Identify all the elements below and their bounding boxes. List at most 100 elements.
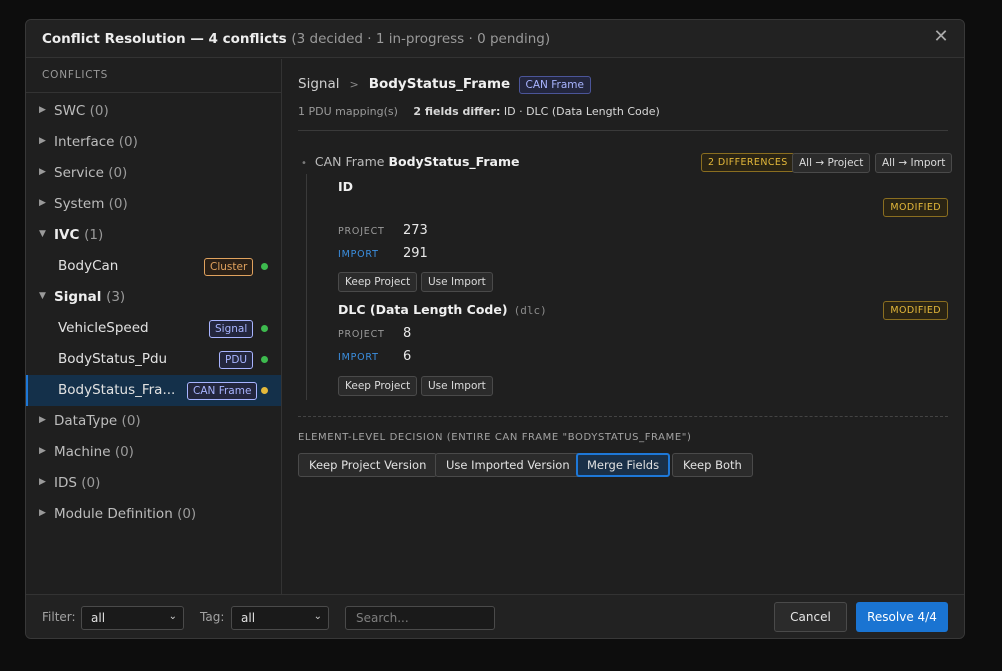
project-value: 273 (403, 223, 428, 238)
tag-select-value: all (241, 611, 256, 625)
filter-select-value: all (91, 611, 106, 625)
category-label: Service (54, 165, 104, 181)
fields-differ-list: ID · DLC (Data Length Code) (500, 105, 660, 118)
tree-category-module-definition[interactable]: ▶ Module Definition (0) (26, 499, 281, 530)
dialog-title-status: (3 decided · 1 in-progress · 0 pending) (291, 31, 551, 47)
search-input[interactable]: Search... (345, 606, 495, 630)
field-name-id: ID (338, 179, 353, 194)
category-count: (0) (114, 444, 134, 460)
cancel-button[interactable]: Cancel (774, 602, 847, 632)
import-value: 291 (403, 246, 428, 261)
dialog-footer: Filter: all ⌄ Tag: all ⌄ Search... Cance… (26, 594, 964, 638)
dashed-divider (298, 416, 948, 417)
use-imported-version-button[interactable]: Use Imported Version (435, 453, 581, 477)
keep-project-button[interactable]: Keep Project (338, 272, 418, 292)
category-count: (0) (108, 196, 128, 212)
tree-item-bodystatus-pdu[interactable]: BodyStatus_Pdu PDU (26, 344, 281, 375)
field-group-line (306, 174, 307, 400)
decided-status-dot (261, 263, 268, 270)
collapsed-arrow-icon: ▶ (39, 136, 46, 146)
all-to-import-button[interactable]: All → Import (875, 153, 953, 173)
tree-category-machine[interactable]: ▶ Machine (0) (26, 437, 281, 468)
decided-status-dot (261, 325, 268, 332)
collapsed-arrow-icon: ▶ (39, 446, 46, 456)
merge-fields-button[interactable]: Merge Fields (576, 453, 671, 477)
filter-select[interactable]: all ⌄ (81, 606, 184, 630)
pdu-mapping-count: 1 PDU mapping(s) (298, 105, 398, 118)
frame-prefix: CAN Frame (314, 154, 385, 169)
pdu-badge: PDU (219, 351, 254, 369)
tree-item-vehiclespeed[interactable]: VehicleSpeed Signal (26, 313, 281, 344)
filter-label: Filter: (42, 610, 76, 624)
conflict-resolution-dialog: Conflict Resolution — 4 conflicts (3 dec… (25, 19, 965, 639)
modified-badge: MODIFIED (883, 301, 948, 320)
category-label: SWC (54, 103, 86, 119)
collapsed-arrow-icon: ▶ (39, 198, 46, 208)
keep-both-button[interactable]: Keep Both (672, 453, 753, 477)
category-count: (0) (108, 165, 128, 181)
field-name-dlc: DLC (Data Length Code) (dlc) (338, 302, 547, 317)
close-icon[interactable]: ✕ (932, 28, 950, 46)
project-label: PROJECT (338, 226, 385, 237)
project-value: 8 (403, 326, 412, 341)
tree-item-bodycan[interactable]: BodyCan Cluster (26, 251, 281, 282)
category-label: System (54, 196, 105, 212)
conflicts-sidebar: CONFLICTS ▶ SWC (0) ▶ Interface (0) ▶ Se… (26, 59, 282, 594)
expanded-arrow-icon: ▼ (39, 291, 46, 301)
category-count: (1) (84, 227, 104, 243)
tree-category-interface[interactable]: ▶ Interface (0) (26, 127, 281, 158)
collapsed-arrow-icon: ▶ (39, 508, 46, 518)
divider (298, 130, 948, 131)
tree-category-swc[interactable]: ▶ SWC (0) (26, 96, 281, 127)
tree-item-bodystatus-frame[interactable]: BodyStatus_Fra... CAN Frame (26, 375, 281, 406)
use-import-button[interactable]: Use Import (421, 376, 493, 396)
keep-project-version-button[interactable]: Keep Project Version (298, 453, 438, 477)
tree-category-ids[interactable]: ▶ IDS (0) (26, 468, 281, 499)
import-label: IMPORT (338, 352, 379, 363)
category-label: Machine (54, 444, 111, 460)
bullet-icon: • (301, 158, 307, 169)
breadcrumb-element-name: BodyStatus_Frame (368, 76, 511, 92)
resolve-button[interactable]: Resolve 4/4 (856, 602, 948, 632)
sidebar-header: CONFLICTS (26, 59, 281, 93)
chevron-down-icon: ⌄ (313, 611, 322, 622)
tree-category-datatype[interactable]: ▶ DataType (0) (26, 406, 281, 437)
field-name-text: DLC (Data Length Code) (338, 302, 508, 317)
field-code: (dlc) (513, 304, 547, 317)
category-label: Interface (54, 134, 115, 150)
expanded-arrow-icon: ▼ (39, 229, 46, 239)
collapsed-arrow-icon: ▶ (39, 167, 46, 177)
project-label: PROJECT (338, 329, 385, 340)
category-count: (0) (177, 506, 197, 522)
import-label: IMPORT (338, 249, 379, 260)
tree-category-signal[interactable]: ▼ Signal (3) (26, 282, 281, 313)
decided-status-dot (261, 356, 268, 363)
category-label: Module Definition (54, 506, 173, 522)
conflict-detail-panel: Signal > BodyStatus_Frame CAN Frame 1 PDU … (283, 59, 964, 594)
collapsed-arrow-icon: ▶ (39, 415, 46, 425)
keep-project-button[interactable]: Keep Project (338, 376, 418, 396)
in-progress-status-dot (261, 387, 268, 394)
tree-category-service[interactable]: ▶ Service (0) (26, 158, 281, 189)
all-to-project-button[interactable]: All → Project (792, 153, 871, 173)
field-name-text: ID (338, 179, 354, 194)
tag-select[interactable]: all ⌄ (231, 606, 329, 630)
tree-category-ivc[interactable]: ▼ IVC (1) (26, 220, 281, 251)
can-frame-badge: CAN Frame (187, 382, 258, 400)
category-count: (0) (121, 413, 141, 429)
collapsed-arrow-icon: ▶ (39, 477, 46, 487)
signal-badge: Signal (209, 320, 254, 338)
chevron-down-icon: ⌄ (168, 611, 177, 622)
breadcrumb: Signal > BodyStatus_Frame CAN Frame (298, 76, 591, 94)
frame-section-header[interactable]: • CAN Frame BodyStatus_Frame (301, 154, 519, 169)
conflict-summary: 1 PDU mapping(s) 2 fields differ: ID · D… (298, 105, 660, 118)
import-value: 6 (403, 349, 412, 364)
tree-category-system[interactable]: ▶ System (0) (26, 189, 281, 220)
dialog-titlebar: Conflict Resolution — 4 conflicts (3 dec… (26, 20, 964, 58)
use-import-button[interactable]: Use Import (421, 272, 493, 292)
dialog-title-main: Conflict Resolution — 4 conflicts (42, 31, 287, 47)
category-count: (0) (118, 134, 138, 150)
can-frame-type-badge: CAN Frame (518, 76, 591, 94)
collapsed-arrow-icon: ▶ (39, 105, 46, 115)
modified-badge: MODIFIED (883, 198, 948, 217)
